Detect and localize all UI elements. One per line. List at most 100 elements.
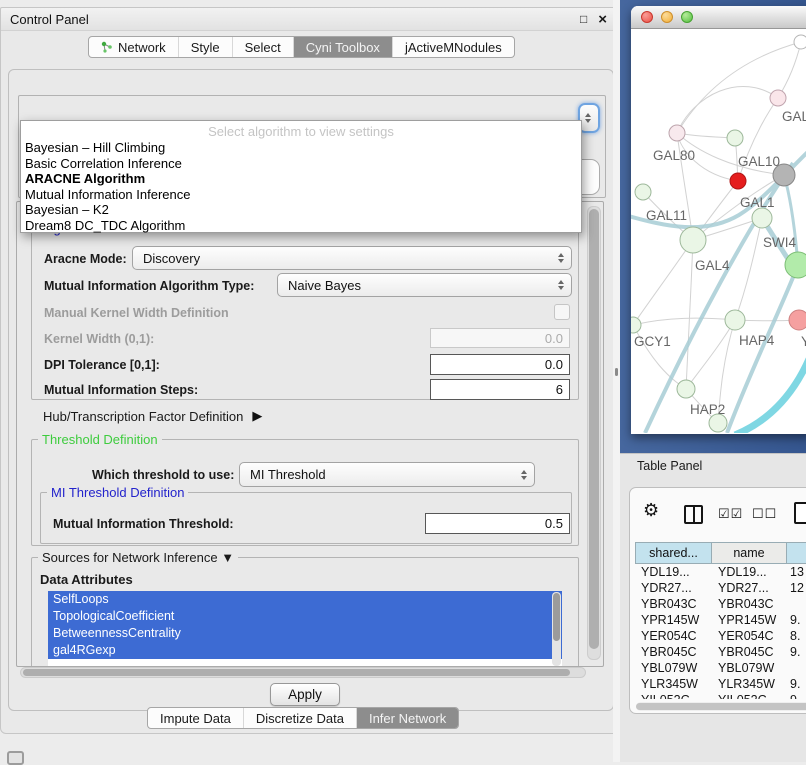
tab-infer-network[interactable]: Infer Network bbox=[356, 708, 458, 728]
node-gal80[interactable] bbox=[669, 125, 685, 141]
node-partial-top[interactable] bbox=[794, 35, 806, 49]
mi-threshold-group-title: MI Threshold Definition bbox=[47, 485, 188, 500]
which-threshold-label: Which threshold to use: bbox=[92, 468, 234, 482]
algorithm-option-selected[interactable]: ARACNE Algorithm bbox=[21, 171, 581, 187]
attribute-item-selected[interactable]: SelfLoops bbox=[48, 591, 562, 608]
node-salmon[interactable] bbox=[789, 310, 806, 330]
node-gcy1[interactable] bbox=[631, 317, 641, 333]
tab-discretize-data[interactable]: Discretize Data bbox=[243, 708, 356, 728]
tab-network-label: Network bbox=[118, 40, 166, 55]
table-row[interactable]: YPR145WYPR145W9. bbox=[635, 612, 806, 628]
apply-button[interactable]: Apply bbox=[270, 683, 340, 706]
tab-network[interactable]: Network bbox=[89, 37, 178, 57]
dpi-tolerance-label: DPI Tolerance [0,1]: bbox=[44, 358, 160, 372]
network-graph: GAL GAL80 GAL10 GAL1 GAL11 SWI4 GAL4 GCY… bbox=[631, 29, 806, 433]
mi-type-value: Naive Bayes bbox=[288, 278, 361, 293]
sources-group: Sources for Network Inference ▼ Data Att… bbox=[31, 557, 579, 666]
tab-style[interactable]: Style bbox=[178, 37, 232, 57]
attributes-scrollbar[interactable] bbox=[552, 592, 561, 666]
network-canvas[interactable]: GAL GAL80 GAL10 GAL1 GAL11 SWI4 GAL4 GCY… bbox=[631, 29, 806, 433]
manual-kernel-label: Manual Kernel Width Definition bbox=[44, 306, 229, 320]
attribute-item-selected[interactable]: TopologicalCoefficient bbox=[48, 608, 562, 625]
mi-steps-field[interactable]: 6 bbox=[430, 379, 570, 400]
close-traffic-light-icon[interactable] bbox=[641, 11, 653, 23]
table-row[interactable]: YBL079WYBL079W bbox=[635, 660, 806, 676]
hub-definition-toggle[interactable]: Hub/Transcription Factor Definition ▶ bbox=[43, 408, 262, 424]
algorithm-option[interactable]: Mutual Information Inference bbox=[21, 187, 581, 203]
tab-impute-data[interactable]: Impute Data bbox=[148, 708, 243, 728]
zoom-traffic-light-icon[interactable] bbox=[681, 11, 693, 23]
manual-kernel-checkbox[interactable] bbox=[554, 304, 570, 320]
threshold-definition-title: Threshold Definition bbox=[38, 432, 162, 447]
splitter-handle[interactable] bbox=[615, 368, 618, 376]
settings-vertical-scrollbar[interactable] bbox=[587, 206, 601, 660]
float-window-icon[interactable]: □ bbox=[580, 13, 587, 25]
collapse-down-icon: ▼ bbox=[221, 550, 234, 565]
minimize-traffic-light-icon[interactable] bbox=[661, 11, 673, 23]
node-gal4[interactable] bbox=[680, 227, 706, 253]
deselect-columns-icon[interactable]: ☐☐ bbox=[752, 506, 777, 522]
node-hap2[interactable] bbox=[677, 380, 695, 398]
label-gal: GAL bbox=[782, 109, 806, 124]
cyan-edge bbox=[735, 359, 806, 433]
table-row[interactable]: YDR27...YDR27...12 bbox=[635, 580, 806, 596]
tab-select[interactable]: Select bbox=[232, 37, 293, 57]
settings-horizontal-scrollbar[interactable] bbox=[20, 667, 586, 678]
table-row[interactable]: YLR345WYLR345W9. bbox=[635, 676, 806, 692]
document-icon[interactable] bbox=[794, 502, 806, 524]
node-bright-green[interactable] bbox=[785, 252, 806, 278]
cell: 9 bbox=[787, 692, 806, 699]
column-header-partial[interactable] bbox=[787, 542, 806, 564]
label-swi4: SWI4 bbox=[763, 235, 796, 250]
mi-threshold-field[interactable]: 0.5 bbox=[425, 513, 570, 534]
control-panel-tabs: Network Style Select Cyni Toolbox jActiv… bbox=[88, 36, 515, 58]
mi-threshold-group: MI Threshold Definition Mutual Informati… bbox=[40, 492, 572, 544]
table-row[interactable]: YER054CYER054C8. bbox=[635, 628, 806, 644]
algorithm-option[interactable]: Basic Correlation Inference bbox=[21, 156, 581, 172]
which-threshold-combo[interactable]: MI Threshold bbox=[239, 462, 535, 487]
panel-splitter[interactable] bbox=[613, 0, 620, 762]
table-row[interactable]: YIL052CYIL052C9 bbox=[635, 692, 806, 699]
tab-cyni-toolbox[interactable]: Cyni Toolbox bbox=[293, 37, 392, 57]
control-panel-titlebar: Control Panel □ × bbox=[1, 8, 619, 31]
table-horizontal-scrollbar[interactable] bbox=[636, 702, 806, 711]
node-swi4[interactable] bbox=[752, 208, 772, 228]
cell: YBL079W bbox=[712, 660, 787, 676]
label-hap4: HAP4 bbox=[739, 333, 775, 348]
bottom-left-mini-button[interactable] bbox=[7, 751, 24, 765]
select-columns-icon[interactable]: ☑☑ bbox=[718, 506, 743, 522]
data-attributes-label: Data Attributes bbox=[40, 572, 133, 587]
close-icon[interactable]: × bbox=[598, 12, 607, 27]
node-gal-top[interactable] bbox=[770, 90, 786, 106]
tab-infer-network-label: Infer Network bbox=[369, 711, 446, 726]
sources-group-title[interactable]: Sources for Network Inference ▼ bbox=[38, 550, 238, 565]
table-row[interactable]: YBR045CYBR045C9. bbox=[635, 644, 806, 660]
column-header-name[interactable]: name bbox=[712, 542, 787, 564]
table-body: YDL19...YDL19...13 YDR27...YDR27...12 YB… bbox=[635, 564, 806, 699]
node-hap4[interactable] bbox=[725, 310, 745, 330]
algorithm-option[interactable]: Bayesian – K2 bbox=[21, 202, 581, 218]
table-row[interactable]: YBR043CYBR043C bbox=[635, 596, 806, 612]
attribute-item-selected[interactable]: gal4RGexp bbox=[48, 642, 562, 659]
cell: YLR345W bbox=[712, 676, 787, 692]
node-gal10[interactable] bbox=[727, 130, 743, 146]
kernel-width-field[interactable]: 0.0 bbox=[430, 328, 570, 348]
aracne-mode-combo[interactable]: Discovery bbox=[132, 246, 572, 270]
cell: 9. bbox=[787, 644, 806, 660]
node-gal1-red[interactable] bbox=[730, 173, 746, 189]
split-columns-icon[interactable] bbox=[684, 505, 703, 524]
cell: YBR043C bbox=[635, 596, 712, 612]
tab-cyni-toolbox-label: Cyni Toolbox bbox=[306, 40, 380, 55]
cell: YBR045C bbox=[712, 644, 787, 660]
label-gal10: GAL10 bbox=[738, 154, 780, 169]
gear-icon[interactable]: ⚙ bbox=[643, 501, 659, 519]
algorithm-option[interactable]: Bayesian – Hill Climbing bbox=[21, 140, 581, 156]
table-row[interactable]: YDL19...YDL19...13 bbox=[635, 564, 806, 580]
attribute-item-selected[interactable]: BetweennessCentrality bbox=[48, 625, 562, 642]
mi-type-combo[interactable]: Naive Bayes bbox=[277, 273, 572, 297]
dpi-tolerance-field[interactable]: 0.0 bbox=[430, 354, 570, 375]
tab-jactivemnodules[interactable]: jActiveMNodules bbox=[392, 37, 514, 57]
node-gal11[interactable] bbox=[635, 184, 651, 200]
column-header-shared-name[interactable]: shared... bbox=[635, 542, 712, 564]
algorithm-option[interactable]: Dream8 DC_TDC Algorithm bbox=[21, 218, 581, 234]
